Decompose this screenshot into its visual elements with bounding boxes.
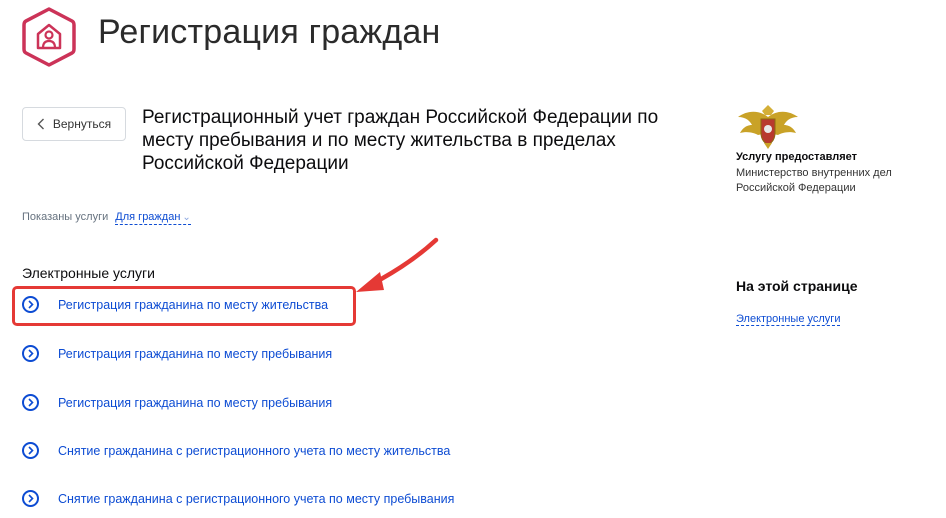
service-link[interactable]: Снятие гражданина с регистрационного уче… [22, 442, 450, 459]
service-link-label: Снятие гражданина с регистрационного уче… [58, 491, 455, 506]
on-this-page-title: На этой странице [736, 278, 858, 294]
service-link[interactable]: Регистрация гражданина по месту пребыван… [22, 345, 332, 362]
service-link-label: Регистрация гражданина по месту пребыван… [58, 346, 333, 361]
chevron-down-icon: ⌄ [182, 212, 191, 223]
service-link[interactable]: Регистрация гражданина по месту жительст… [22, 296, 328, 313]
filter-selected-value: Для граждан [115, 211, 181, 223]
back-button[interactable]: Вернуться [22, 107, 126, 141]
chevron-circle-icon [22, 442, 39, 459]
services-filter: Показаны услуги Для граждан ⌄ [22, 211, 191, 225]
service-link[interactable]: Регистрация гражданина по месту пребыван… [22, 394, 332, 411]
service-title: Регистрационный учет граждан Российской … [142, 107, 659, 174]
house-person-icon [22, 7, 76, 67]
filter-dropdown[interactable]: Для граждан ⌄ [115, 211, 191, 225]
on-this-page-link[interactable]: Электронные услуги [736, 313, 841, 326]
provider-label: Услугу предоставляет [736, 151, 858, 163]
chevron-circle-icon [22, 296, 39, 313]
provider-name: Министерство внутренних дел Российской Ф… [736, 167, 892, 194]
filter-label: Показаны услуги [22, 211, 109, 223]
coat-of-arms-icon [738, 105, 798, 149]
service-link-label: Регистрация гражданина по месту пребыван… [58, 395, 333, 410]
service-link-label: Регистрация гражданина по месту жительст… [58, 297, 329, 312]
arrow-annotation-icon [356, 237, 439, 292]
page-title: Регистрация граждан [98, 13, 441, 51]
chevron-left-icon [37, 118, 45, 130]
service-link[interactable]: Снятие гражданина с регистрационного уче… [22, 490, 454, 507]
chevron-circle-icon [22, 490, 39, 507]
chevron-circle-icon [22, 345, 39, 362]
chevron-circle-icon [22, 394, 39, 411]
back-button-label: Вернуться [52, 117, 112, 131]
section-title-electronic-services: Электронные услуги [22, 265, 155, 281]
service-link-label: Снятие гражданина с регистрационного уче… [58, 443, 451, 458]
page: Регистрация граждан Вернуться Регистраци… [0, 0, 946, 518]
